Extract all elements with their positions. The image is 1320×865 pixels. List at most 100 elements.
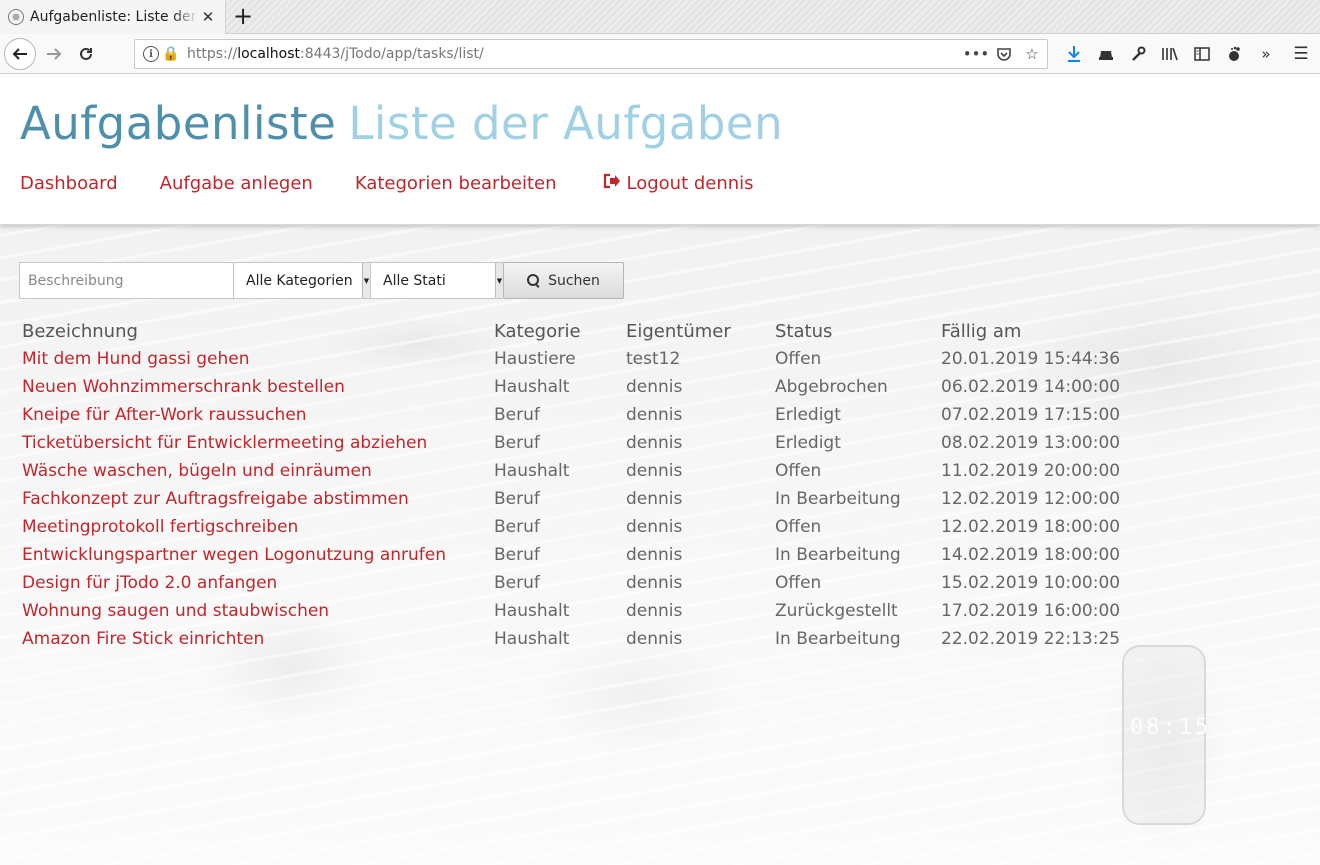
task-owner: dennis <box>626 489 683 509</box>
task-owner: dennis <box>626 573 683 593</box>
page-subtitle: Liste der Aufgaben <box>348 97 784 150</box>
table-row: Design für jTodo 2.0 anfangen Beruf dennis… <box>22 573 1120 601</box>
task-category: Haushalt <box>494 629 570 649</box>
column-header-description: Bezeichnung <box>22 321 138 342</box>
extension-hat-icon[interactable] <box>1090 42 1122 66</box>
table-row: Entwicklungspartner wegen Logonutzung an… <box>22 545 1120 573</box>
status-select[interactable]: Alle Stati ▼ <box>370 262 503 299</box>
nav-dashboard-link[interactable]: Dashboard <box>20 173 118 194</box>
task-status: Abgebrochen <box>775 377 888 397</box>
task-category: Beruf <box>494 405 540 425</box>
task-category: Beruf <box>494 573 540 593</box>
browser-tab-active[interactable]: Aufgabenliste: Liste der Aufgaben ✕ <box>0 0 226 34</box>
task-owner: dennis <box>626 517 683 537</box>
sidebar-icon[interactable] <box>1186 42 1218 66</box>
page-actions-ellipsis-icon[interactable]: ••• <box>963 44 990 64</box>
search-form: Alle Kategorien ▼ Alle Stati ▼ Suchen <box>19 262 624 299</box>
status-select-value: Alle Stati <box>383 272 446 289</box>
task-owner: dennis <box>626 405 683 425</box>
task-owner: dennis <box>626 461 683 481</box>
table-row: Fachkonzept zur Auftragsfreigabe abstimm… <box>22 489 1120 517</box>
task-link[interactable]: Wohnung saugen und staubwischen <box>22 601 329 621</box>
task-link[interactable]: Amazon Fire Stick einrichten <box>22 629 264 649</box>
page-title: Aufgabenliste Liste der Aufgaben <box>20 97 783 150</box>
task-owner: dennis <box>626 601 683 621</box>
task-status: In Bearbeitung <box>775 545 901 565</box>
hamburger-menu-icon[interactable]: ☰ <box>1288 42 1314 66</box>
developer-wrench-icon[interactable] <box>1122 42 1154 66</box>
reload-icon[interactable] <box>70 38 102 70</box>
task-owner: dennis <box>626 433 683 453</box>
task-status: Offen <box>775 573 822 593</box>
table-row: Ticketübersicht für Entwicklermeeting ab… <box>22 433 1120 461</box>
close-tab-icon[interactable]: ✕ <box>199 8 217 26</box>
task-category: Beruf <box>494 489 540 509</box>
table-row: Wohnung saugen und staubwischen Haushalt d… <box>22 601 1120 629</box>
library-icon[interactable] <box>1154 42 1186 66</box>
task-link[interactable]: Design für jTodo 2.0 anfangen <box>22 573 277 593</box>
task-due-date: 11.02.2019 20:00:00 <box>941 461 1121 481</box>
info-icon[interactable]: i <box>143 46 159 62</box>
forward-arrow-icon[interactable] <box>38 38 70 70</box>
nav-edit-categories-link[interactable]: Kategorien bearbeiten <box>355 173 557 194</box>
page-favicon-icon <box>8 9 24 25</box>
task-status: Erledigt <box>775 405 841 425</box>
task-link[interactable]: Meetingprotokoll fertigschreiben <box>22 517 298 537</box>
browser-toolbar: i 🔒 https://localhost:8443/jTodo/app/tas… <box>0 34 1320 74</box>
tab-title: Aufgabenliste: Liste der Aufgaben <box>30 9 198 25</box>
column-header-owner: Eigentümer <box>626 321 731 342</box>
description-search-input[interactable] <box>19 262 233 299</box>
table-row: Meetingprotokoll fertigschreiben Beruf den… <box>22 517 1120 545</box>
table-row: Wäsche waschen, bügeln und einräumen Haus… <box>22 461 1120 489</box>
nav-logout-link[interactable]: Logout dennis <box>627 173 754 194</box>
column-header-due: Fällig am <box>941 321 1022 342</box>
task-owner: dennis <box>626 629 683 649</box>
address-bar[interactable]: i 🔒 https://localhost:8443/jTodo/app/tas… <box>134 39 1048 69</box>
extension-gnome-icon[interactable] <box>1218 42 1250 66</box>
logout-icon[interactable] <box>603 173 623 194</box>
task-link[interactable]: Neuen Wohnzimmerschrank bestellen <box>22 377 345 397</box>
task-status: Zurückgestellt <box>775 601 898 621</box>
nav-create-task-link[interactable]: Aufgabe anlegen <box>160 173 313 194</box>
background-clock-text: 08:15 <box>1130 715 1212 740</box>
task-category: Haushalt <box>494 461 570 481</box>
table-row: Amazon Fire Stick einrichten Haushalt denn… <box>22 629 1120 657</box>
task-link[interactable]: Kneipe für After-Work raussuchen <box>22 405 307 425</box>
url-text: https://localhost:8443/jTodo/app/tasks/l… <box>187 46 484 62</box>
task-owner: dennis <box>626 377 683 397</box>
bookmark-star-icon[interactable]: ☆ <box>1023 44 1041 64</box>
page-header: Aufgabenliste Liste der Aufgaben Dashboar… <box>0 75 1320 225</box>
task-link[interactable]: Entwicklungspartner wegen Logonutzung an… <box>22 545 446 565</box>
task-link[interactable]: Fachkonzept zur Auftragsfreigabe abstimm… <box>22 489 409 509</box>
category-select[interactable]: Alle Kategorien ▼ <box>233 262 370 299</box>
task-status: Offen <box>775 349 822 369</box>
task-status: In Bearbeitung <box>775 489 901 509</box>
task-due-date: 12.02.2019 12:00:00 <box>941 489 1121 509</box>
task-due-date: 20.01.2019 15:44:36 <box>941 349 1121 369</box>
status-dropdown-arrow-icon[interactable]: ▼ <box>495 263 503 298</box>
table-header-row: Bezeichnung Kategorie Eigentümer Status … <box>22 321 1120 349</box>
new-tab-plus-icon[interactable]: + <box>230 3 256 31</box>
category-dropdown-arrow-icon[interactable]: ▼ <box>362 263 370 298</box>
task-due-date: 08.02.2019 13:00:00 <box>941 433 1121 453</box>
task-owner: dennis <box>626 545 683 565</box>
download-icon[interactable] <box>1058 42 1090 66</box>
task-link[interactable]: Wäsche waschen, bügeln und einräumen <box>22 461 372 481</box>
pocket-icon[interactable] <box>995 44 1013 64</box>
task-due-date: 14.02.2019 18:00:00 <box>941 545 1121 565</box>
search-button[interactable]: Suchen <box>503 262 624 299</box>
task-link[interactable]: Mit dem Hund gassi gehen <box>22 349 250 369</box>
task-due-date: 12.02.2019 18:00:00 <box>941 517 1121 537</box>
page-content: Aufgabenliste Liste der Aufgaben Dashboar… <box>0 75 1320 865</box>
task-category: Beruf <box>494 517 540 537</box>
table-row: Kneipe für After-Work raussuchen Beruf den… <box>22 405 1120 433</box>
task-link[interactable]: Ticketübersicht für Entwicklermeeting ab… <box>22 433 427 453</box>
insecure-lock-warning-icon[interactable]: 🔒 <box>162 46 179 62</box>
overflow-chevron-icon[interactable]: » <box>1250 42 1282 66</box>
task-due-date: 22.02.2019 22:13:25 <box>941 629 1121 649</box>
back-arrow-icon[interactable] <box>4 38 36 70</box>
task-status: Offen <box>775 517 822 537</box>
search-icon <box>527 273 541 288</box>
column-header-category: Kategorie <box>494 321 581 342</box>
task-due-date: 17.02.2019 16:00:00 <box>941 601 1121 621</box>
